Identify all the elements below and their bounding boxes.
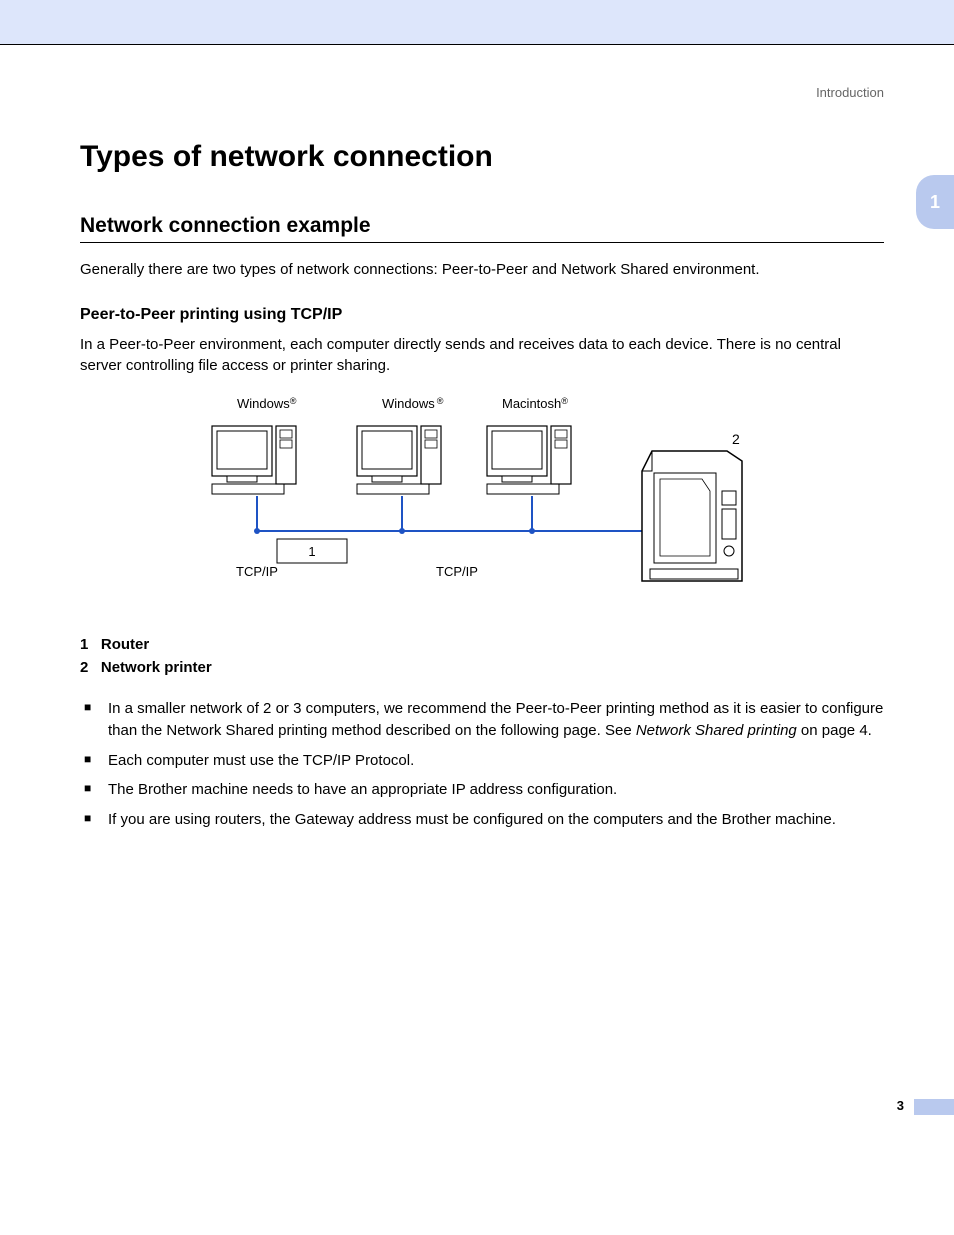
computer-icon [357,426,441,494]
diagram-legend: 1 Router 2 Network printer [80,636,884,676]
list-item: If you are using routers, the Gateway ad… [84,809,884,831]
top-header-bar [0,0,954,44]
diagram-svg: Windows® Windows® [202,396,762,606]
page-number: 3 [897,1098,904,1113]
list-item: In a smaller network of 2 or 3 computers… [84,698,884,742]
pc1-label: Windows® [237,396,297,411]
computer-icon [487,426,571,494]
pc3-label: Macintosh® [502,396,568,411]
page-number-accent [914,1099,954,1115]
tcpip-label-right: TCP/IP [436,564,478,579]
bullet-list: In a smaller network of 2 or 3 computers… [80,698,884,831]
section-heading: Network connection example [80,214,884,238]
printer-callout-label: 2 [732,431,740,447]
legend-item: 2 Network printer [80,659,884,676]
page-content: Introduction 1 Types of network connecti… [0,45,954,1175]
chapter-tab: 1 [916,175,954,229]
printer-icon [642,451,742,581]
breadcrumb: Introduction [80,85,884,100]
subsection-heading: Peer-to-Peer printing using TCP/IP [80,306,884,324]
list-item: Each computer must use the TCP/IP Protoc… [84,750,884,772]
subsection-body: In a Peer-to-Peer environment, each comp… [80,334,884,376]
list-item: The Brother machine needs to have an app… [84,779,884,801]
network-diagram: Windows® Windows® [80,396,884,606]
page-title: Types of network connection [80,140,884,174]
pc2-label: Windows® [382,396,444,411]
router-callout-label: 1 [308,544,315,559]
legend-item: 1 Router [80,636,884,653]
tcpip-label-left: TCP/IP [236,564,278,579]
section-intro: Generally there are two types of network… [80,259,884,280]
section-rule [80,242,884,243]
computer-icon [212,426,296,494]
page-footer: 3 [80,1091,884,1115]
